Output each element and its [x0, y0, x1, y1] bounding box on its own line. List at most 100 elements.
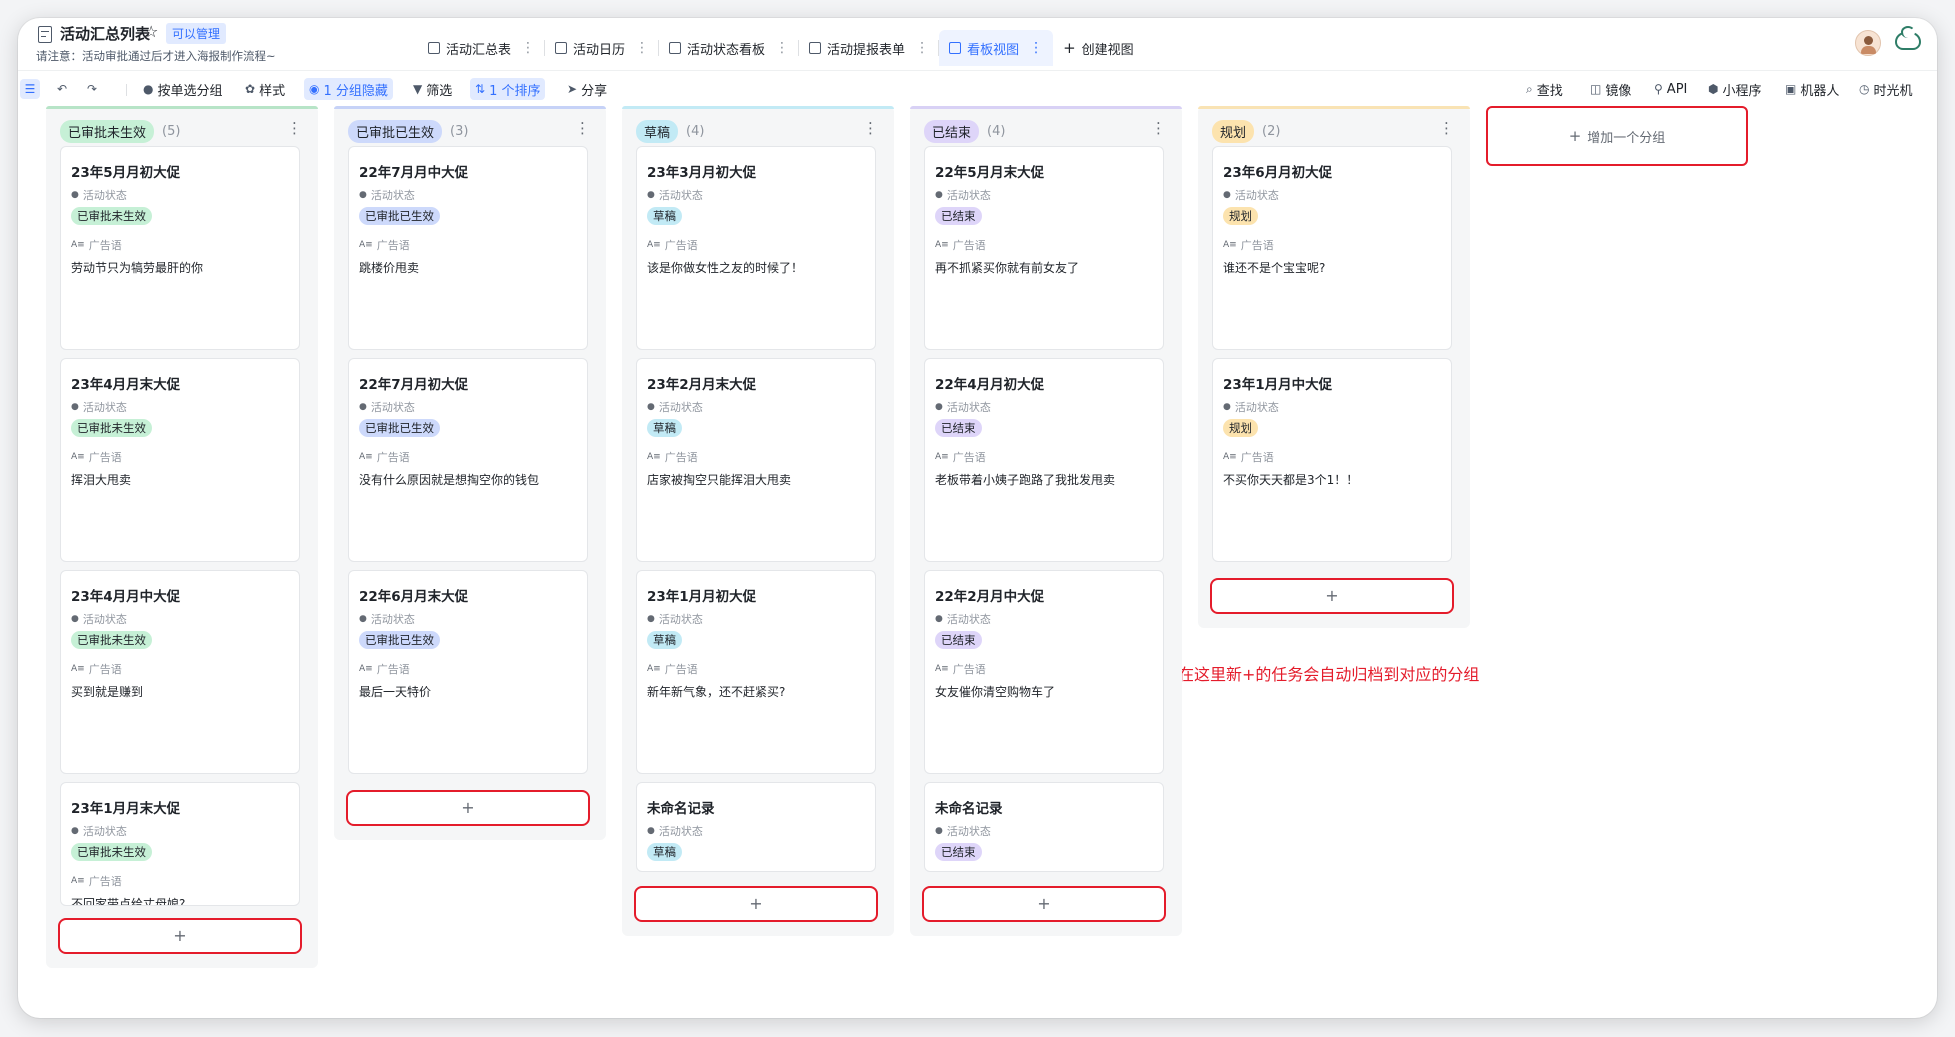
status-field-label: ● 活动状态 [647, 401, 703, 414]
hidden-groups-button[interactable]: ◉ 1 分组隐藏 [304, 78, 393, 100]
group-by-button[interactable]: ● 按单选分组 [138, 78, 228, 100]
single-select-icon: ● [647, 826, 655, 836]
slogan-text: 不买你天天都是3个1！！ [1223, 473, 1359, 487]
add-card-button[interactable]: + [634, 886, 878, 922]
slogan-field-label: A≡ 广告语 [71, 875, 122, 888]
more-icon[interactable]: ⋮ [1029, 40, 1043, 56]
column-group-tag: 已审批已生效 [348, 119, 443, 143]
robot-icon: ▣ [1785, 82, 1797, 96]
single-select-icon: ● [647, 402, 655, 412]
slogan-field-label: A≡ 广告语 [359, 451, 410, 464]
column-header[interactable]: 已结束 (4) [924, 119, 1005, 143]
slogan-text: 谁还不是个宝宝呢? [1223, 261, 1326, 275]
record-card[interactable]: 未命名记录 ● 活动状态 已结束 [924, 782, 1164, 872]
record-card[interactable]: 22年4月月初大促 ● 活动状态 已结束 A≡ 广告语 老板带着小姨子跑路了我批发甩卖 [924, 358, 1164, 562]
add-card-button[interactable]: + [1210, 578, 1454, 614]
share-icon: ➤ [567, 82, 578, 96]
column-group-tag: 规划 [1212, 119, 1255, 143]
kanban-column: 已审批已生效 (3) ⋮ 22年7月月中大促 ● 活动状态 已审批已生效 A≡ 广告语 跳楼价甩卖… [334, 106, 606, 840]
more-icon[interactable]: ⋮ [521, 40, 535, 56]
slogan-text: 该是你做女性之友的时候了！ [647, 261, 804, 275]
more-icon[interactable]: ⋮ [915, 40, 929, 56]
add-card-button[interactable]: + [346, 790, 590, 826]
record-card[interactable]: 23年6月月初大促 ● 活动状态 规划 A≡ 广告语 谁还不是个宝宝呢? [1212, 146, 1452, 350]
record-card[interactable]: 23年1月月中大促 ● 活动状态 规划 A≡ 广告语 不买你天天都是3个1！！ [1212, 358, 1452, 562]
column-accent-bar [1198, 106, 1470, 109]
card-title: 22年4月月初大促 [935, 377, 1045, 393]
column-more-icon[interactable]: ⋮ [1151, 119, 1166, 137]
robot-button[interactable]: ▣ 机器人 [1780, 78, 1844, 100]
undo-icon: ↶ [57, 82, 68, 96]
sidebar-toggle-icon[interactable]: ☰ [20, 79, 40, 99]
annotation-note: 在这里新+的任务会自动归档到对应的分组 [1178, 665, 1480, 684]
record-card[interactable]: 23年1月月末大促 ● 活动状态 已审批未生效 A≡ 广告语 不回家带点给丈母娘? [60, 782, 300, 906]
card-title: 22年6月月末大促 [359, 589, 469, 605]
record-card[interactable]: 未命名记录 ● 活动状态 草稿 [636, 782, 876, 872]
status-badge: 已结束 [935, 419, 982, 437]
status-field-label: ● 活动状态 [71, 825, 127, 838]
record-card[interactable]: 23年5月月初大促 ● 活动状态 已审批未生效 A≡ 广告语 劳动节只为犒劳最肝的你 [60, 146, 300, 350]
record-card[interactable]: 23年1月月初大促 ● 活动状态 草稿 A≡ 广告语 新年新气象，还不赶紧买? [636, 570, 876, 774]
tab-kanban-view[interactable]: 看板视图 ⋮ [939, 30, 1054, 66]
column-more-icon[interactable]: ⋮ [1439, 119, 1454, 137]
avatar[interactable] [1855, 30, 1881, 56]
record-card[interactable]: 23年4月月末大促 ● 活动状态 已审批未生效 A≡ 广告语 挥泪大甩卖 [60, 358, 300, 562]
record-card[interactable]: 22年5月月末大促 ● 活动状态 已结束 A≡ 广告语 再不抓紧买你就有前女友了 [924, 146, 1164, 350]
card-title: 22年7月月中大促 [359, 165, 469, 181]
status-field-label: ● 活动状态 [1223, 189, 1279, 202]
tab-status-kanban[interactable]: 活动状态看板 ⋮ [659, 30, 800, 66]
mini-program-button[interactable]: ⬢ 小程序 [1703, 78, 1767, 100]
column-header[interactable]: 草稿 (4) [636, 119, 704, 143]
find-button[interactable]: ⌕ 查找 [1521, 78, 1568, 100]
slogan-field-label: A≡ 广告语 [71, 239, 122, 252]
status-field-label: ● 活动状态 [935, 401, 991, 414]
slogan-text: 最后一天特价 [359, 685, 432, 699]
create-view-button[interactable]: + 创建视图 [1053, 30, 1144, 66]
redo-button[interactable]: ↷ [82, 78, 106, 100]
sort-button[interactable]: ⇅ 1 个排序 [470, 78, 546, 100]
add-card-button[interactable]: + [58, 918, 302, 954]
record-card[interactable]: 22年6月月末大促 ● 活动状态 已审批已生效 A≡ 广告语 最后一天特价 [348, 570, 588, 774]
text-field-icon: A≡ [935, 240, 949, 250]
column-more-icon[interactable]: ⋮ [863, 119, 878, 137]
add-group-button[interactable]: + 增加一个分组 [1486, 106, 1748, 166]
tab-activity-summary[interactable]: 活动汇总表 ⋮ [418, 30, 546, 66]
api-button[interactable]: ⚲ API [1649, 78, 1692, 100]
tab-report-form[interactable]: 活动提报表单 ⋮ [799, 30, 940, 66]
text-field-icon: A≡ [935, 452, 949, 462]
share-button[interactable]: ➤ 分享 [562, 78, 612, 100]
kanban-column: 草稿 (4) ⋮ 23年3月月初大促 ● 活动状态 草稿 A≡ 广告语 该是你做女性之友的时候了！… [622, 106, 894, 936]
time-machine-button[interactable]: ◷ 时光机 [1854, 78, 1918, 100]
slogan-field-label: A≡ 广告语 [935, 663, 986, 676]
cloud-sync-icon[interactable] [1895, 26, 1921, 50]
column-header[interactable]: 规划 (2) [1212, 119, 1280, 143]
permission-badge[interactable]: 可以管理 [166, 23, 227, 44]
add-card-button[interactable]: + [922, 886, 1166, 922]
undo-button[interactable]: ↶ [52, 78, 76, 100]
document-title[interactable]: 活动汇总列表 [60, 23, 150, 44]
text-field-icon: A≡ [359, 664, 373, 674]
tab-activity-calendar[interactable]: 活动日历 ⋮ [545, 30, 660, 66]
more-icon[interactable]: ⋮ [775, 40, 789, 56]
record-card[interactable]: 22年7月月初大促 ● 活动状态 已审批已生效 A≡ 广告语 没有什么原因就是想掏空你的钱包 [348, 358, 588, 562]
column-header[interactable]: 已审批未生效 (5) [60, 119, 180, 143]
status-field-label: ● 活动状态 [935, 189, 991, 202]
style-button[interactable]: ✿ 样式 [240, 78, 290, 100]
mirror-button[interactable]: ◫ 镜像 [1585, 78, 1636, 100]
record-card[interactable]: 23年4月月中大促 ● 活动状态 已审批未生效 A≡ 广告语 买到就是赚到 [60, 570, 300, 774]
record-card[interactable]: 22年7月月中大促 ● 活动状态 已审批已生效 A≡ 广告语 跳楼价甩卖 [348, 146, 588, 350]
search-icon: ⌕ [1526, 81, 1533, 96]
calendar-icon [555, 42, 568, 54]
status-badge: 规划 [1223, 419, 1258, 437]
column-more-icon[interactable]: ⋮ [287, 119, 302, 137]
record-card[interactable]: 23年2月月末大促 ● 活动状态 草稿 A≡ 广告语 店家被掏空只能挥泪大甩卖 [636, 358, 876, 562]
card-title: 22年5月月末大促 [935, 165, 1045, 181]
column-more-icon[interactable]: ⋮ [575, 119, 590, 137]
column-header[interactable]: 已审批已生效 (3) [348, 119, 468, 143]
more-icon[interactable]: ⋮ [635, 40, 649, 56]
star-icon[interactable]: ☆ [144, 22, 158, 41]
record-card[interactable]: 22年2月月中大促 ● 活动状态 已结束 A≡ 广告语 女友催你清空购物车了 [924, 570, 1164, 774]
status-field-label: ● 活动状态 [935, 613, 991, 626]
record-card[interactable]: 23年3月月初大促 ● 活动状态 草稿 A≡ 广告语 该是你做女性之友的时候了！ [636, 146, 876, 350]
filter-button[interactable]: ▼ 筛选 [408, 78, 457, 100]
